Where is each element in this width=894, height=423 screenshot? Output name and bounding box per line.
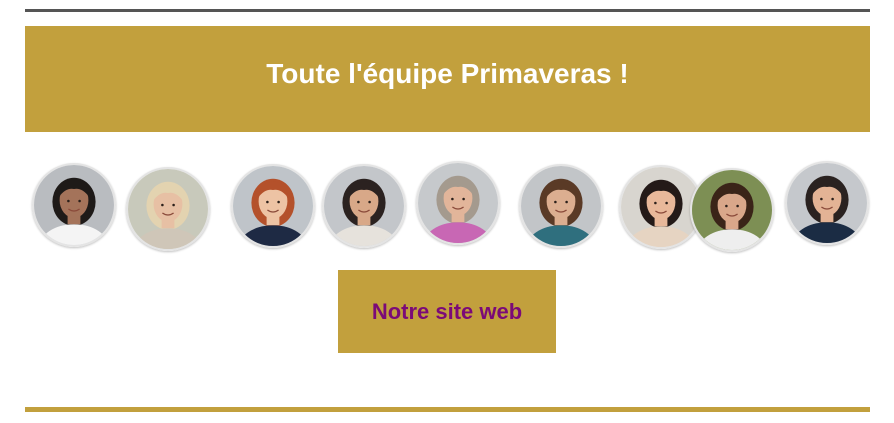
team-member-avatar: [322, 164, 406, 248]
person-portrait-icon: [521, 166, 601, 246]
team-member-avatar: [519, 164, 603, 248]
team-member-avatar: [231, 164, 315, 248]
person-portrait-icon: [34, 165, 114, 245]
team-photo-row: [0, 160, 894, 255]
website-button-label: Notre site web: [371, 298, 523, 324]
bottom-divider: [25, 407, 870, 412]
person-portrait-icon: [787, 163, 867, 243]
person-portrait-icon: [621, 167, 701, 247]
team-member-avatar: [126, 167, 210, 251]
person-portrait-icon: [418, 163, 498, 243]
person-portrait-icon: [692, 170, 772, 250]
top-divider: [25, 9, 870, 12]
person-portrait-icon: [128, 169, 208, 249]
person-portrait-icon: [324, 166, 404, 246]
website-button[interactable]: Notre site web: [338, 270, 556, 353]
banner-title: Toute l'équipe Primaveras !: [266, 58, 629, 89]
person-portrait-icon: [233, 166, 313, 246]
team-member-avatar: [416, 161, 500, 245]
team-member-avatar: [32, 163, 116, 247]
team-member-avatar: [785, 161, 869, 245]
team-member-avatar: [690, 168, 774, 252]
team-banner: Toute l'équipe Primaveras !: [25, 26, 870, 132]
